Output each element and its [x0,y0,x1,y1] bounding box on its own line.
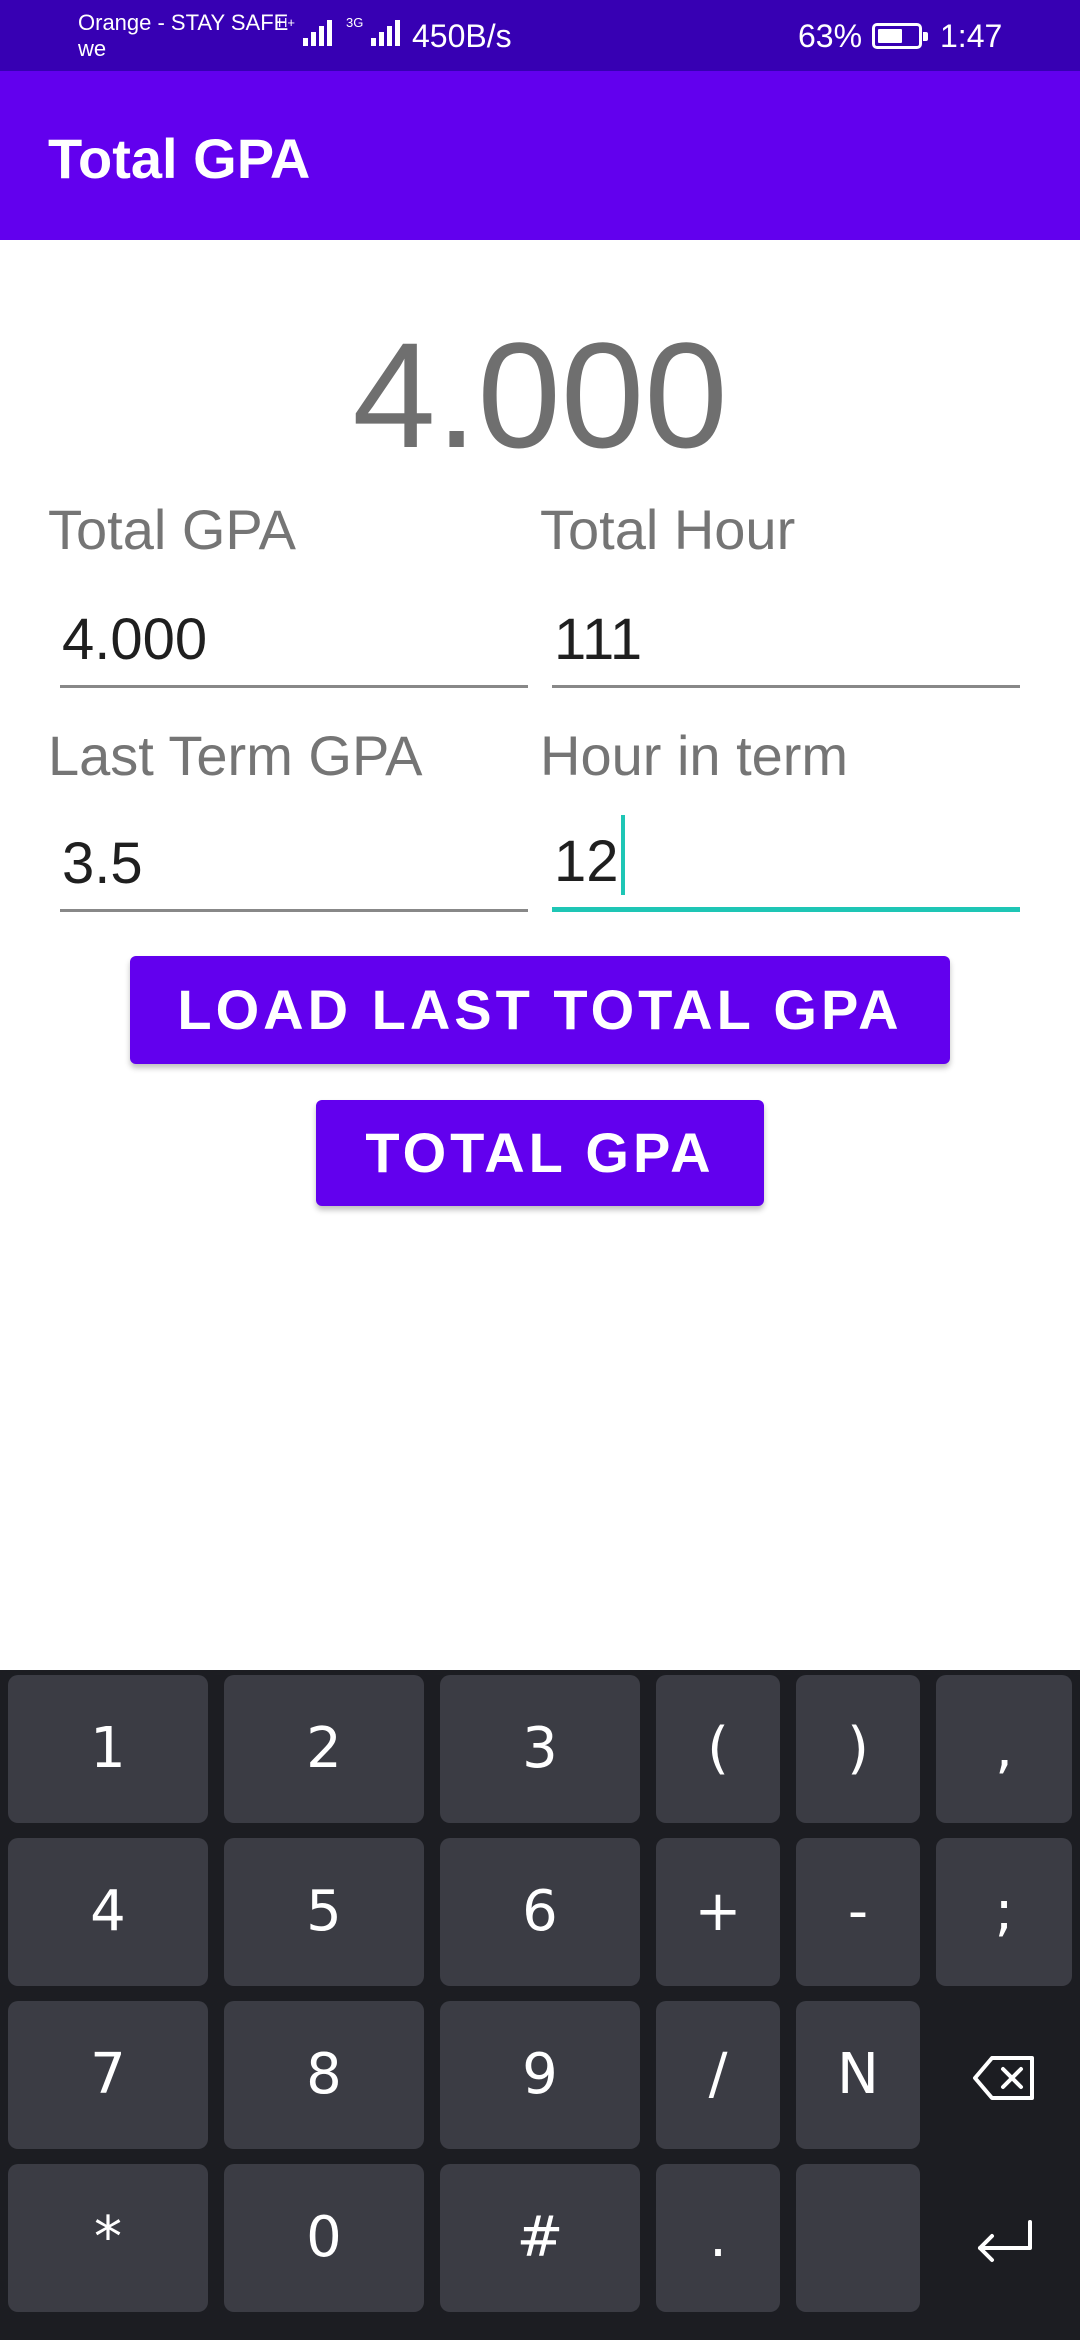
total-hour-input[interactable]: 111 [552,596,1020,688]
total-gpa-value: 4.000 [62,607,208,672]
app-bar: Total GPA [0,71,1080,240]
key-0[interactable]: 0 [224,2164,424,2312]
key-blank[interactable] [796,2164,920,2312]
hour-in-term-label: Hour in term [540,724,849,787]
key-open-paren[interactable]: ( [656,1675,780,1823]
signal-indicators: H+ 3G [278,15,401,46]
last-term-gpa-label: Last Term GPA [48,724,423,787]
battery-percent: 63% [798,18,863,54]
key-slash[interactable]: / [656,2001,780,2149]
key-1[interactable]: 1 [8,1675,208,1823]
total-gpa-input[interactable]: 4.000 [60,596,528,688]
enter-icon [978,2219,1032,2262]
total-hour-value: 111 [554,607,643,672]
signal-icon [371,16,401,46]
app-title: Total GPA [48,127,311,190]
key-asterisk[interactable]: * [8,2164,208,2312]
key-comma[interactable]: , [936,1675,1072,1823]
backspace-key[interactable] [936,2001,1072,2149]
key-n[interactable]: N [796,2001,920,2149]
clock: 1:47 [940,18,1003,54]
network-type-label: 3G [345,15,364,30]
key-8[interactable]: 8 [224,2001,424,2149]
total-hour-label: Total Hour [540,498,796,561]
key-6[interactable]: 6 [440,1838,640,1986]
hour-in-term-value: 12 [554,815,625,895]
backspace-icon [973,2055,1034,2100]
network-speed: 450B/s [412,18,512,54]
key-period[interactable]: . [656,2164,780,2312]
key-5[interactable]: 5 [224,1838,424,1986]
battery-icon [872,23,928,49]
status-bar: Orange - STAY SAFE we H+ 3G 450B/s 63% 1… [0,0,1080,71]
enter-key[interactable] [936,2164,1072,2312]
numeric-keyboard: 1 2 3(), 4 5 6 + -; 7 8 9/N * 0 #. [0,1670,1080,2340]
key-minus[interactable]: - [796,1838,920,1986]
signal-icon [302,16,332,46]
hour-in-term-input[interactable]: 12 [552,815,1020,912]
key-3[interactable]: 3 [440,1675,640,1823]
text-cursor [620,815,625,895]
total-gpa-button[interactable]: TOTAL GPA [316,1100,764,1206]
key-semicolon[interactable]: ; [936,1838,1072,1986]
total-gpa-label: Total GPA [48,498,296,561]
key-4[interactable]: 4 [8,1838,208,1986]
key-plus[interactable]: + [656,1838,780,1986]
gpa-result: 4.000 [352,311,728,479]
key-2[interactable]: 2 [224,1675,424,1823]
last-term-gpa-value: 3.5 [62,831,143,896]
key-hash[interactable]: # [440,2164,640,2312]
last-term-gpa-input[interactable]: 3.5 [60,820,528,912]
load-last-total-gpa-button[interactable]: LOAD LAST TOTAL GPA [130,956,950,1064]
network-type-label: H+ [278,15,295,30]
carrier-name: Orange - STAY SAFE we [78,10,289,61]
key-7[interactable]: 7 [8,2001,208,2149]
key-9[interactable]: 9 [440,2001,640,2149]
key-close-paren[interactable]: ) [796,1675,920,1823]
